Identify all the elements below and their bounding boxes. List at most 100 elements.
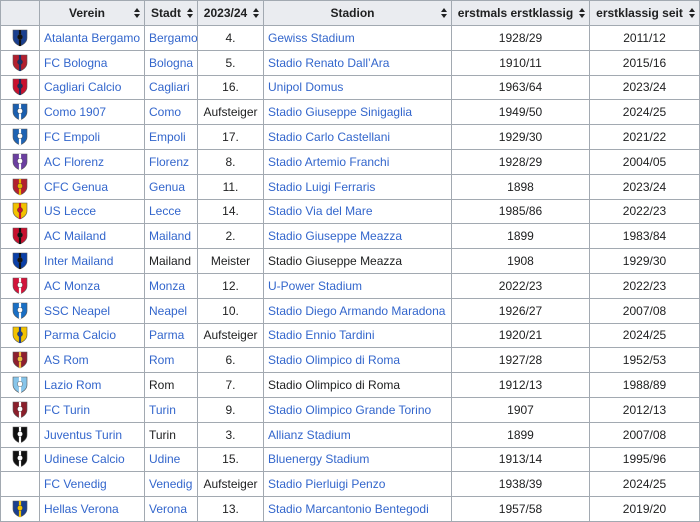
crest-link[interactable] [12,401,28,419]
city-link[interactable]: Parma [149,328,184,342]
club-link[interactable]: Atalanta Bergamo [44,31,140,45]
stadium-link[interactable]: Stadio Artemio Franchi [268,155,389,169]
city-link[interactable]: Neapel [149,304,187,318]
crest-link[interactable] [12,128,28,146]
club-link[interactable]: FC Venedig [44,477,107,491]
club-link[interactable]: US Lecce [44,204,96,218]
header-verein[interactable]: Verein [39,0,145,26]
crest-cell [0,372,40,398]
stadium-link[interactable]: Stadio Giuseppe Sinigaglia [268,105,412,119]
city-link[interactable]: Turin [149,403,176,417]
stadium-link[interactable]: U-Power Stadium [268,279,362,293]
first-top-flight-cell: 1927/28 [451,347,590,374]
crest-link[interactable] [12,54,28,72]
header-seit[interactable]: erstklassig seit [589,0,700,26]
club-link[interactable]: Udinese Calcio [44,452,125,466]
stadium-link[interactable]: Stadio Pierluigi Penzo [268,477,385,491]
stadium-link[interactable]: Stadio Ennio Tardini [268,328,375,342]
header-erstmals[interactable]: erstmals erstklassig [451,0,590,26]
first-top-flight-text: 1913/14 [498,452,543,467]
club-link[interactable]: Parma Calcio [44,328,116,342]
city-link[interactable]: Monza [149,279,185,293]
club-link[interactable]: FC Empoli [44,130,100,144]
stadium-link[interactable]: Stadio Diego Armando Maradona [268,304,445,318]
club-cell: Udinese Calcio [39,446,145,473]
first-top-flight-cell: 1910/11 [451,49,590,76]
crest-link[interactable] [12,327,28,344]
header-stadion[interactable]: Stadion [263,0,452,26]
stadium-link[interactable]: Allianz Stadium [268,428,351,442]
crest-link[interactable] [12,153,28,171]
header-season[interactable]: 2023/24 [197,0,264,26]
stadium-link[interactable]: Stadio Luigi Ferraris [268,180,375,194]
stadium-link[interactable]: Stadio Olimpico di Roma [268,353,400,367]
club-link[interactable]: AS Rom [44,353,89,367]
crest-link[interactable] [12,451,28,468]
crest-cell [0,471,40,498]
city-link[interactable]: Bologna [149,56,193,70]
club-link[interactable]: Como 1907 [44,105,106,119]
crest-link[interactable] [12,277,28,295]
stadium-link[interactable]: Stadio Marcantonio Bentegodi [268,502,429,516]
crest-link[interactable] [12,178,28,195]
sort-icon[interactable] [441,8,448,19]
crest-cell [0,25,40,51]
city-link[interactable]: Bergamo [149,31,197,45]
city-link[interactable]: Genua [149,180,185,194]
club-link[interactable]: Juventus Turin [44,428,122,442]
top-flight-since-text: 1983/84 [622,229,667,244]
city-link[interactable]: Verona [149,502,187,516]
city-link[interactable]: Como [149,105,181,119]
city-link[interactable]: Lecce [149,204,181,218]
top-flight-since-cell: 2024/25 [589,322,700,349]
stadium-link[interactable]: Stadio Olimpico Grande Torino [268,403,431,417]
crest-link[interactable] [12,426,28,443]
crest-cell [0,49,40,76]
sort-icon[interactable] [253,8,260,19]
stadium-link[interactable]: Stadio Carlo Castellani [268,130,390,144]
city-cell: Verona [144,496,198,522]
stadium-link[interactable]: Stadio Renato Dall’Ara [268,56,389,70]
city-link[interactable]: Empoli [149,130,186,144]
header-stadt[interactable]: Stadt [144,0,198,26]
crest-link[interactable] [12,376,28,394]
sort-icon[interactable] [579,8,586,19]
city-cell: Como [144,99,198,126]
crest-link[interactable] [12,79,28,96]
crest-link[interactable] [12,351,28,369]
crest-link[interactable] [12,500,28,518]
sort-icon[interactable] [689,8,696,19]
club-link[interactable]: CFC Genua [44,180,108,194]
city-link[interactable]: Cagliari [149,80,190,94]
city-link[interactable]: Udine [149,452,180,466]
club-link[interactable]: FC Bologna [44,56,107,70]
city-link[interactable]: Florenz [149,155,189,169]
stadium-link[interactable]: Gewiss Stadium [268,31,355,45]
crest-link[interactable] [12,103,28,121]
crest-link[interactable] [12,203,28,220]
stadium-link[interactable]: Unipol Domus [268,80,343,94]
sort-icon[interactable] [134,8,141,19]
club-link[interactable]: FC Turin [44,403,90,417]
club-link[interactable]: Hellas Verona [44,502,119,516]
crest-link[interactable] [12,227,28,245]
header-label: 2023/24 [203,6,248,20]
club-link[interactable]: Lazio Rom [44,378,101,392]
club-link[interactable]: AC Florenz [44,155,104,169]
club-link[interactable]: AC Monza [44,279,100,293]
header-crest [0,0,40,26]
city-link[interactable]: Mailand [149,229,191,243]
club-link[interactable]: SSC Neapel [44,304,110,318]
crest-link[interactable] [12,29,28,47]
city-link[interactable]: Venedig [149,477,192,491]
club-link[interactable]: AC Mailand [44,229,106,243]
stadium-link[interactable]: Stadio Giuseppe Meazza [268,229,402,243]
crest-link[interactable] [12,252,28,270]
city-link[interactable]: Rom [149,353,174,367]
crest-link[interactable] [12,302,28,319]
stadium-link[interactable]: Bluenergy Stadium [268,452,369,466]
stadium-link[interactable]: Stadio Via del Mare [268,204,373,218]
club-link[interactable]: Cagliari Calcio [44,80,121,94]
sort-icon[interactable] [187,8,194,19]
club-link[interactable]: Inter Mailand [44,254,113,268]
